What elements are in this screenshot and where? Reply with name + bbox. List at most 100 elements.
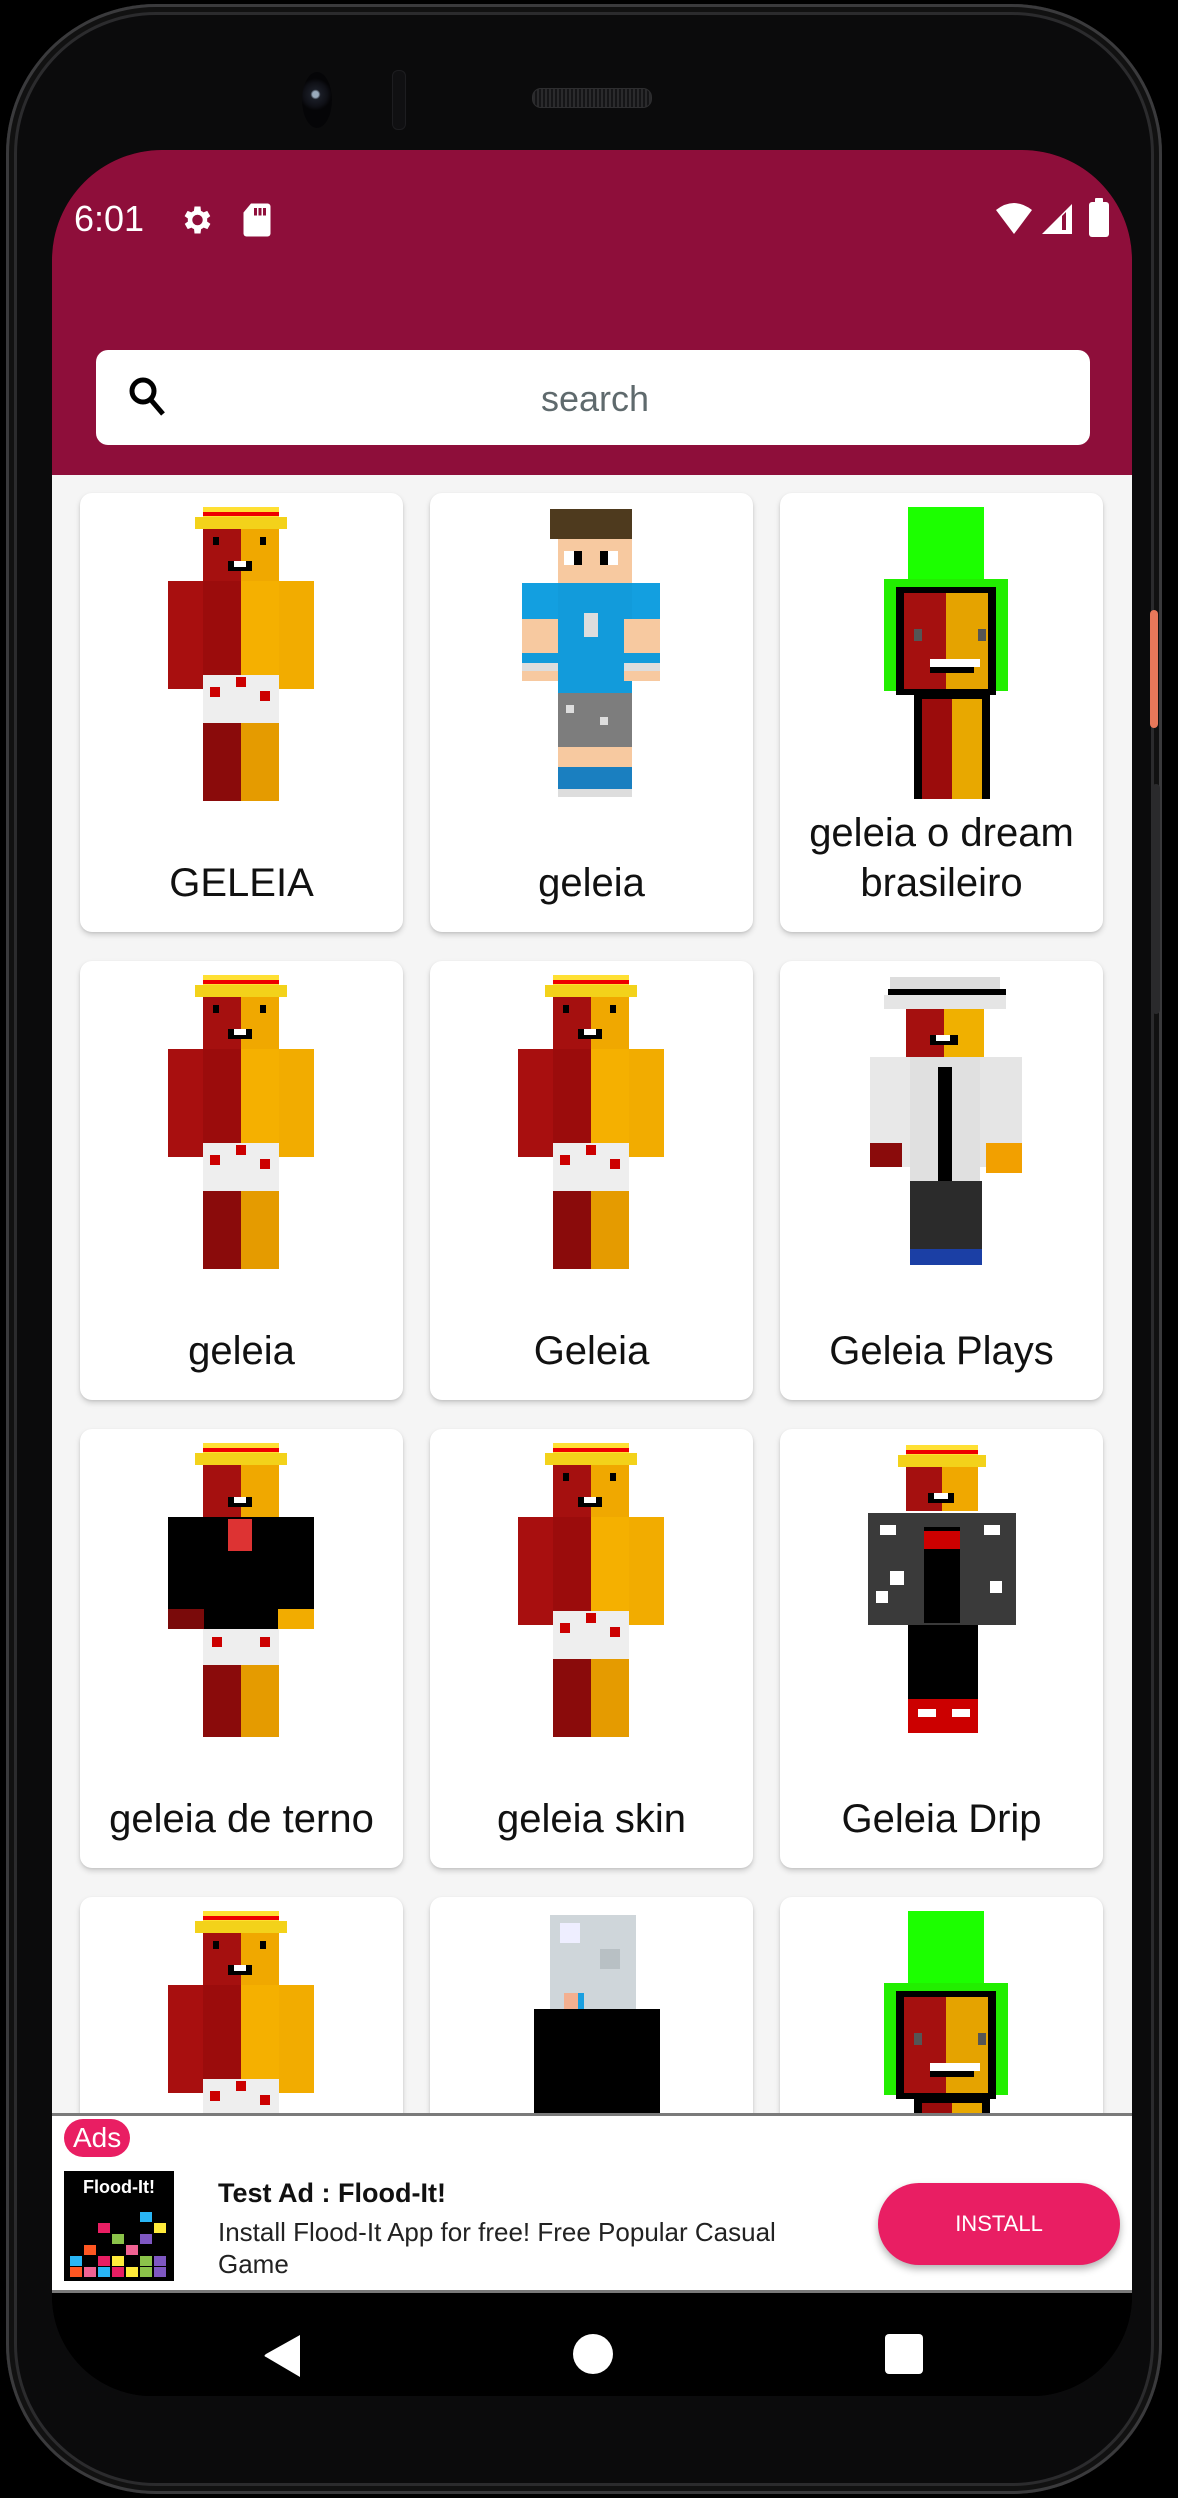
skin-card[interactable]: Geleia Plays: [780, 961, 1103, 1400]
head-right: [942, 1467, 978, 1511]
hand-left: [168, 1609, 204, 1629]
recents-icon[interactable]: [884, 2333, 924, 2380]
search-bar[interactable]: [96, 350, 1090, 447]
shoe-white: [918, 1709, 936, 1717]
dot: [260, 2095, 270, 2105]
skin-figure: [100, 1441, 382, 1741]
flood-pixel: [98, 2256, 110, 2266]
eye: [914, 629, 922, 641]
skin-card[interactable]: geleia de terno: [80, 1429, 403, 1868]
skin-preview-image: [430, 973, 753, 1273]
home-icon[interactable]: [572, 2333, 614, 2380]
ad-logo-text: Flood-It!: [83, 2177, 155, 2197]
dot: [610, 1627, 620, 1637]
flood-pixel: [84, 2245, 96, 2255]
hat-band: [203, 1916, 279, 1920]
torso-left: [553, 1517, 591, 1617]
arm-right: [624, 619, 660, 681]
skin-card[interactable]: Geleia: [430, 961, 753, 1400]
dot: [210, 687, 220, 697]
hat-brim: [545, 1453, 637, 1465]
head-left: [203, 529, 241, 581]
skin-card[interactable]: geleia skin: [430, 1429, 753, 1868]
eye-white: [608, 551, 618, 565]
skin-card[interactable]: [80, 1897, 403, 2113]
arm-left: [522, 619, 558, 681]
skin-card[interactable]: [780, 1897, 1103, 2113]
skin-name: Geleia Plays: [829, 1329, 1054, 1373]
shorts: [203, 1629, 279, 1665]
flood-pixel: [140, 2256, 152, 2266]
teeth: [234, 1497, 246, 1503]
skin-figure: [100, 973, 382, 1273]
ads-badge: Ads: [64, 2119, 131, 2157]
eye: [610, 1473, 616, 1481]
eye: [563, 1005, 569, 1013]
arm-right: [628, 1049, 664, 1157]
body-right: [952, 699, 982, 799]
install-button[interactable]: INSTALL: [878, 2183, 1120, 2265]
body-right: [952, 2103, 982, 2113]
skin-preview-image: [430, 505, 753, 805]
skin-name: geleia o dream brasileiro: [809, 811, 1074, 905]
wifi-icon: [994, 200, 1034, 241]
hair: [550, 509, 632, 539]
tie: [938, 1067, 952, 1181]
skin-card[interactable]: Geleia Drip: [780, 1429, 1103, 1868]
dot: [260, 1159, 270, 1169]
dot: [560, 1623, 570, 1633]
flood-pixel: [70, 2267, 82, 2277]
skin-grid-container[interactable]: GELEIA geleia geleia o dream brasileiro gel…: [52, 475, 1132, 2113]
legs: [558, 747, 632, 767]
search-input[interactable]: [196, 350, 994, 447]
eye: [563, 1473, 569, 1481]
skin-card[interactable]: [430, 1897, 753, 2113]
skin-card[interactable]: geleia o dream brasileiro: [780, 493, 1103, 932]
hat-band: [553, 1448, 629, 1452]
dot: [236, 1145, 246, 1155]
dot: [560, 1155, 570, 1165]
screen: 6:01 search GELEIA geleia geleia o dream…: [52, 150, 1132, 2396]
ad-title[interactable]: Test Ad : Flood-It!: [218, 2178, 446, 2209]
leg-left: [553, 1191, 591, 1269]
head-left: [203, 997, 241, 1049]
leg-right: [591, 1659, 629, 1737]
ad-app-logo[interactable]: Flood-It!: [64, 2171, 174, 2281]
back-icon[interactable]: [262, 2333, 302, 2384]
dot: [260, 1637, 270, 1647]
skin-card[interactable]: geleia: [430, 493, 753, 932]
torso-left: [203, 581, 241, 681]
body-left: [922, 699, 952, 799]
skin-preview-image: [80, 505, 403, 805]
eye: [260, 537, 266, 545]
pants: [908, 1625, 978, 1699]
teeth: [934, 1493, 948, 1499]
skin-card[interactable]: geleia: [80, 961, 403, 1400]
shoes: [910, 1249, 982, 1265]
leg-left: [553, 1659, 591, 1737]
eye: [914, 2033, 922, 2045]
arm-right: [278, 1049, 314, 1157]
teeth: [234, 1029, 246, 1035]
dot: [210, 1155, 220, 1165]
eye: [574, 551, 582, 565]
hair-shade: [600, 1949, 620, 1969]
flood-pixel: [98, 2267, 110, 2277]
hat-brim: [195, 985, 287, 997]
hat-brim: [898, 1455, 986, 1467]
torso-right: [591, 1517, 629, 1617]
ad-banner[interactable]: Ads Flood-It! Test Ad : Flood-It! Instal…: [52, 2113, 1132, 2293]
flood-pixel: [154, 2256, 166, 2266]
hat-band: [203, 980, 279, 984]
mouth: [930, 667, 974, 673]
arm-right: [628, 1517, 664, 1625]
search-icon[interactable]: [128, 376, 168, 423]
eye: [213, 1941, 219, 1949]
flood-pixel: [112, 2234, 124, 2244]
hand-left: [870, 1143, 902, 1167]
skin-card[interactable]: GELEIA: [80, 493, 403, 932]
dot: [210, 2091, 220, 2101]
face-right: [944, 1009, 984, 1057]
arm-right: [278, 581, 314, 689]
teeth: [936, 1035, 950, 1041]
